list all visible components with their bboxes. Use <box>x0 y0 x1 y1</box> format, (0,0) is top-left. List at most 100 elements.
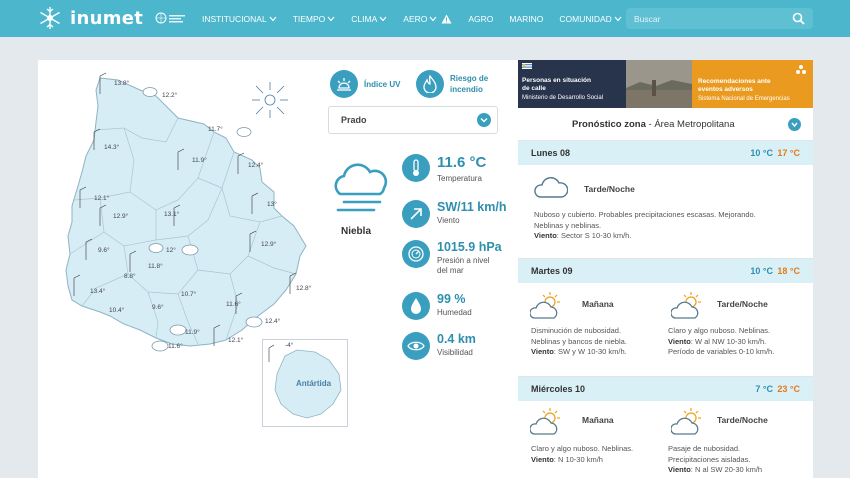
banner-left-sub: Ministerio de Desarrollo Social <box>522 95 604 101</box>
search-input[interactable] <box>634 11 784 26</box>
forecast-period: Mañana Disminución de nubosidad. Neblina… <box>518 283 665 377</box>
temperature-label: Temperatura <box>437 174 482 183</box>
station-temp[interactable]: 12.8° <box>296 285 311 292</box>
nav-label: CLIMA <box>351 13 378 24</box>
brand-logo[interactable]: inumet <box>38 6 143 30</box>
location-select[interactable]: Prado <box>328 106 498 134</box>
station-temp[interactable]: 13.8° <box>114 80 129 87</box>
uruguay-map[interactable]: 13.8° 12.2° 11.7° 14.3° 11.9° 12.4° 12.1… <box>38 60 311 360</box>
eye-icon <box>402 332 430 360</box>
map-svg <box>65 72 307 352</box>
nav-marino[interactable]: MARINO <box>509 14 543 24</box>
uruguay-territory <box>65 77 307 347</box>
uv-index-label: Índice UV <box>364 79 401 89</box>
chevron-down-icon <box>614 16 622 21</box>
antarctica-inset[interactable]: -4° Antártida <box>262 339 348 427</box>
station-temp[interactable]: 11.8° <box>148 263 163 270</box>
period-desc-line: Claro y algo nuboso. Neblinas. <box>531 444 634 453</box>
temp-max: 23 °C <box>777 384 800 394</box>
period-desc-line: Neblinas y neblinas. <box>534 220 602 230</box>
promo-banner[interactable]: Personas en situación de calle Ministeri… <box>518 60 813 108</box>
uruguay-flag-icon <box>522 63 532 69</box>
thermometer-icon <box>402 154 430 182</box>
chevron-down-icon <box>477 113 491 127</box>
period-description: Pasaje de nubosidad. Precipitaciones ais… <box>668 444 798 476</box>
forecast-day: Martes 09 10 °C 18 °C Mañana Disminución… <box>518 258 813 376</box>
nav-agro[interactable]: AGRO <box>468 14 493 24</box>
station-temp[interactable]: 13.4° <box>90 288 105 295</box>
nav-label: COMUNIDAD <box>559 13 612 24</box>
station-temp[interactable]: 9.6° <box>152 304 164 311</box>
nav-tiempo[interactable]: TIEMPO <box>293 14 336 24</box>
station-temp[interactable]: 12.2° <box>162 92 177 99</box>
station-temp[interactable]: 10.7° <box>181 291 196 298</box>
period-title: Tarde/Noche <box>717 415 768 425</box>
wmo-logo-icon <box>155 12 185 24</box>
fire-risk-button[interactable]: Riesgo de incendio <box>416 70 488 98</box>
banner-photo <box>626 60 692 108</box>
banner-mides[interactable]: Personas en situación de calle Ministeri… <box>518 60 626 108</box>
station-temp[interactable]: 14.3° <box>104 144 119 151</box>
nav-aero[interactable]: AERO <box>403 14 452 24</box>
day-name: Martes 09 <box>531 266 573 276</box>
station-temp[interactable]: 12.1° <box>94 195 109 202</box>
banner-sinae[interactable]: Recomendaciones ante eventos adversos Si… <box>692 60 813 108</box>
nav-label: TIEMPO <box>292 13 326 24</box>
period-desc-line: Pasaje de nubosidad. <box>668 444 741 453</box>
period-description: Claro y algo nuboso. Neblinas. Viento: W… <box>668 326 798 358</box>
station-temp[interactable]: 12° <box>166 247 176 254</box>
station-temp[interactable]: 9.6° <box>98 247 110 254</box>
sun-cloud-icon <box>530 408 560 435</box>
station-temp[interactable]: 11.9° <box>185 329 200 336</box>
station-temp[interactable]: 11.6° <box>226 301 241 308</box>
forecast-zone-selector[interactable]: Pronóstico zona - Área Metropolitana <box>518 112 813 138</box>
forecast-period: Tarde/Noche Pasaje de nubosidad. Precipi… <box>665 401 813 478</box>
obs-visibility: 0.4 km Visibilidad <box>402 332 476 360</box>
nav-institucional[interactable]: INSTITUCIONAL <box>202 14 277 24</box>
temp-max: 17 °C <box>777 148 800 158</box>
period-description: Nuboso y cubierto. Probables precipitaci… <box>534 210 794 242</box>
nav-clima[interactable]: CLIMA <box>351 14 387 24</box>
station-temp[interactable]: 13.1° <box>164 211 179 218</box>
station-temp[interactable]: 12.4° <box>248 162 263 169</box>
pressure-label: Presión a nivel del mar <box>437 256 502 276</box>
station-temp[interactable]: 10.4° <box>109 307 124 314</box>
station-temp[interactable]: 13° <box>267 201 277 208</box>
period-wind: Viento: N al SW 20-30 km/h <box>668 465 798 476</box>
search-box <box>626 8 813 29</box>
forecast-title-zone: - Área Metropolitana <box>645 119 735 130</box>
obs-temperature: 11.6 °C Temperatura <box>402 154 486 184</box>
period-desc-line: Disminución de nubosidad. <box>531 326 622 335</box>
period-title: Tarde/Noche <box>584 184 635 194</box>
station-temp[interactable]: 12.1° <box>228 337 243 344</box>
station-temp[interactable]: 11.7° <box>208 126 223 133</box>
station-temp[interactable]: 11.9° <box>192 157 207 164</box>
forecast-day: Miércoles 10 7 °C 23 °C Mañana Claro y a… <box>518 376 813 478</box>
chevron-down-icon <box>269 16 277 21</box>
period-desc-line: Neblinas y bancos de niebla. <box>531 336 627 346</box>
station-temp[interactable]: 11.6° <box>168 343 183 350</box>
search-icon[interactable] <box>792 12 805 25</box>
brand-name: inumet <box>70 7 144 29</box>
nav-comunidad[interactable]: COMUNIDAD <box>559 13 622 24</box>
antarctica-label: Antártida <box>296 379 332 388</box>
banner-left-title1: Personas en situación <box>522 77 591 84</box>
period-title: Mañana <box>582 415 614 425</box>
station-temp[interactable]: 12.4° <box>265 318 280 325</box>
uv-index-button[interactable]: Índice UV <box>330 70 400 98</box>
sun-cloud-icon <box>671 292 701 319</box>
period-title: Mañana <box>582 299 614 309</box>
temp-min: 10 °C <box>750 266 773 276</box>
station-temp[interactable]: 12.9° <box>261 241 276 248</box>
period-desc-line: Período de variables 0-10 km/h. <box>668 347 775 356</box>
period-title: Tarde/Noche <box>717 299 768 309</box>
pressure-gauge-icon <box>402 240 430 268</box>
station-temp[interactable]: 8.8° <box>124 273 136 280</box>
temp-max: 18 °C <box>777 266 800 276</box>
period-desc-line: Precipitaciones aisladas. <box>668 454 751 464</box>
station-temp[interactable]: 12.9° <box>113 213 128 220</box>
period-wind: Viento: W al NW 10-30 km/h. <box>668 337 798 348</box>
chevron-down-icon <box>788 118 801 131</box>
snowflake-logo-icon <box>40 7 60 29</box>
banner-right-title1: Recomendaciones ante <box>698 78 771 85</box>
